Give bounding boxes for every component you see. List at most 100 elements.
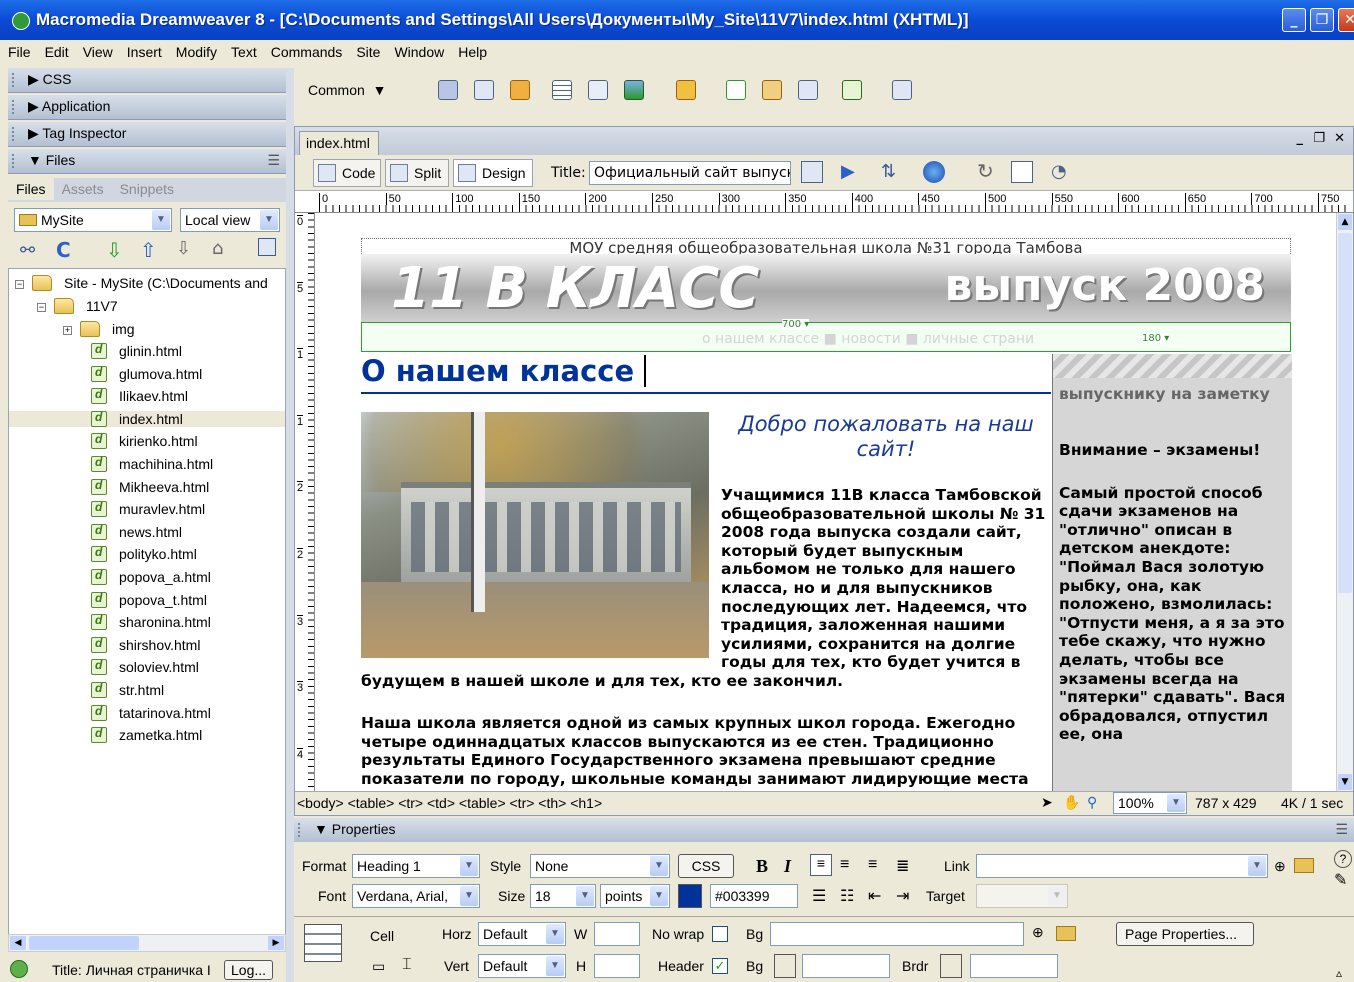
color-swatch[interactable] [678, 884, 702, 908]
visual-aids-icon[interactable]: ◔ [1051, 161, 1073, 183]
chevron-down-icon[interactable]: ▼ [546, 924, 564, 944]
connect-icon[interactable]: ⚯ [20, 240, 42, 262]
tree-file[interactable]: popova_a.html [9, 568, 285, 585]
align-right-icon[interactable]: ≡ [868, 856, 877, 874]
site-select[interactable]: MySite ▼ [14, 208, 172, 232]
tree-file[interactable]: glumova.html [9, 365, 285, 382]
page-heading[interactable]: О нашем классе [361, 354, 1051, 394]
zoom-select[interactable]: 100% ▼ [1113, 792, 1187, 814]
chevron-down-icon[interactable]: ▼ [1248, 856, 1266, 876]
head-icon[interactable] [798, 80, 818, 100]
put-files-icon[interactable]: ⇧ [140, 238, 162, 262]
tree-file[interactable]: tatarinova.html [9, 704, 285, 721]
indent-icon[interactable]: ⇥ [896, 886, 909, 906]
tree-file[interactable]: str.html [9, 681, 285, 698]
split-cells-icon[interactable]: ⌶ [402, 956, 412, 974]
chevron-down-icon[interactable]: ▼ [460, 856, 478, 876]
css-button[interactable]: CSS [678, 854, 734, 878]
tree-file[interactable]: zametka.html [9, 726, 285, 744]
menu-modify[interactable]: Modify [168, 40, 223, 60]
tree-file[interactable]: soloviev.html [9, 658, 285, 676]
menu-insert[interactable]: Insert [119, 40, 168, 60]
horz-select[interactable]: Default ▼ [478, 922, 566, 946]
properties-panel-bar[interactable]: ▼ Properties ☰ [294, 818, 1354, 842]
tree-root[interactable]: − Site - MySite (C:\Documents and [15, 275, 268, 291]
format-select[interactable]: Heading 1 ▼ [352, 854, 480, 878]
page-properties-button[interactable]: Page Properties... [1116, 922, 1254, 946]
ordered-list-icon[interactable]: ☷ [840, 886, 854, 906]
refresh-icon[interactable]: C [56, 238, 78, 262]
doc-close-icon[interactable]: ✕ [1334, 131, 1345, 146]
table-width-700[interactable]: 700 ▾ [782, 319, 810, 330]
style-select[interactable]: None ▼ [530, 854, 670, 878]
tab-assets[interactable]: Assets [54, 178, 112, 200]
page-nav-text[interactable]: о нашем классе ■ новости ■ личные страни [702, 331, 1034, 347]
target-select[interactable]: ▼ [976, 884, 1068, 908]
options-menu-icon[interactable]: ☰ [267, 152, 280, 169]
scroll-thumb[interactable] [29, 936, 139, 950]
design-view-button[interactable]: Design [453, 159, 533, 187]
outdent-icon[interactable]: ⇤ [868, 886, 881, 906]
zoom-tool-icon[interactable]: ⚲ [1087, 794, 1097, 811]
scroll-left-icon[interactable]: ◀ [10, 936, 26, 950]
split-view-button[interactable]: Split [385, 159, 449, 187]
page-nav-row[interactable]: о нашем классе ■ новости ■ личные страни… [361, 319, 1291, 352]
menu-view[interactable]: View [75, 40, 119, 60]
grip-icon[interactable] [12, 100, 18, 114]
help-icon[interactable]: ? [1334, 850, 1352, 868]
bg-color-swatch[interactable] [774, 954, 796, 978]
chevron-down-icon[interactable]: ▼ [1167, 794, 1185, 812]
check-in-icon[interactable]: ⌂ [212, 238, 234, 260]
align-justify-icon[interactable]: ≣ [896, 856, 909, 876]
size-select[interactable]: 18 ▼ [530, 884, 596, 908]
log-button[interactable]: Log... [224, 960, 274, 980]
nowrap-checkbox[interactable] [712, 926, 728, 942]
div-icon[interactable] [588, 80, 608, 100]
tree-file[interactable]: kirienko.html [9, 432, 285, 450]
grip-icon[interactable] [298, 823, 304, 837]
tree-file[interactable]: machihina.html [9, 455, 285, 472]
menu-site[interactable]: Site [348, 40, 386, 60]
view-select[interactable]: Local view ▼ [180, 208, 280, 232]
chevron-down-icon[interactable]: ▼ [260, 210, 278, 230]
color-input[interactable]: #003399 [710, 884, 798, 908]
browser-check-icon[interactable]: ▶ [841, 161, 863, 183]
menu-file[interactable]: File [0, 40, 37, 60]
options-menu-icon[interactable]: ☰ [1335, 821, 1348, 838]
unit-select[interactable]: points ▼ [600, 884, 670, 908]
chevron-down-icon[interactable]: ▼ [650, 886, 668, 906]
quick-tag-icon[interactable]: ✎ [1334, 870, 1347, 890]
tag-chooser-icon[interactable] [892, 80, 912, 100]
header-checkbox[interactable]: ✓ [712, 958, 728, 974]
minimize-button[interactable]: _ [1282, 8, 1306, 32]
tree-hscroll[interactable]: ◀ ▶ [8, 934, 286, 952]
align-left-icon[interactable]: ≡ [810, 854, 832, 876]
canvas-vscroll[interactable]: ▲ ▼ [1336, 213, 1353, 791]
chevron-down-icon[interactable]: ▼ [152, 210, 170, 230]
scroll-up-icon[interactable]: ▲ [1338, 214, 1352, 230]
view-options-icon[interactable] [1011, 161, 1033, 183]
bold-button[interactable]: B [756, 856, 768, 877]
tree-file[interactable]: muravlev.html [9, 500, 285, 518]
width-input[interactable] [594, 922, 640, 946]
file-tree[interactable]: − Site - MySite (C:\Documents and −11V7 +… [8, 268, 286, 936]
chevron-down-icon[interactable]: ▼ [650, 856, 668, 876]
browse-folder-icon[interactable] [1294, 858, 1314, 873]
scroll-thumb[interactable] [1338, 233, 1352, 593]
date-icon[interactable] [726, 80, 746, 100]
tab-files[interactable]: Files [8, 178, 54, 200]
menu-edit[interactable]: Edit [37, 40, 75, 60]
window-title-bar[interactable]: Macromedia Dreamweaver 8 - [C:\Documents… [0, 0, 1354, 40]
chevron-down-icon[interactable]: ▼ [576, 886, 594, 906]
scroll-down-icon[interactable]: ▼ [1338, 774, 1352, 790]
insert-category[interactable]: Common ▼ [308, 82, 386, 98]
tree-file[interactable]: sharonina.html [9, 613, 285, 631]
panel-files[interactable]: ▼ Files ☰ [8, 149, 286, 174]
tag-selector[interactable]: <body> <table> <tr> <td> <table> <tr> <t… [297, 795, 602, 811]
chevron-down-icon[interactable]: ▼ [1048, 886, 1066, 906]
link-input[interactable]: ▼ [976, 854, 1268, 878]
menu-text[interactable]: Text [223, 40, 263, 60]
design-canvas[interactable]: МОУ средняя общеобразовательная школа №3… [316, 214, 1336, 791]
title-input[interactable]: Официальный сайт выпускн [589, 161, 791, 185]
grip-icon[interactable] [12, 73, 18, 87]
